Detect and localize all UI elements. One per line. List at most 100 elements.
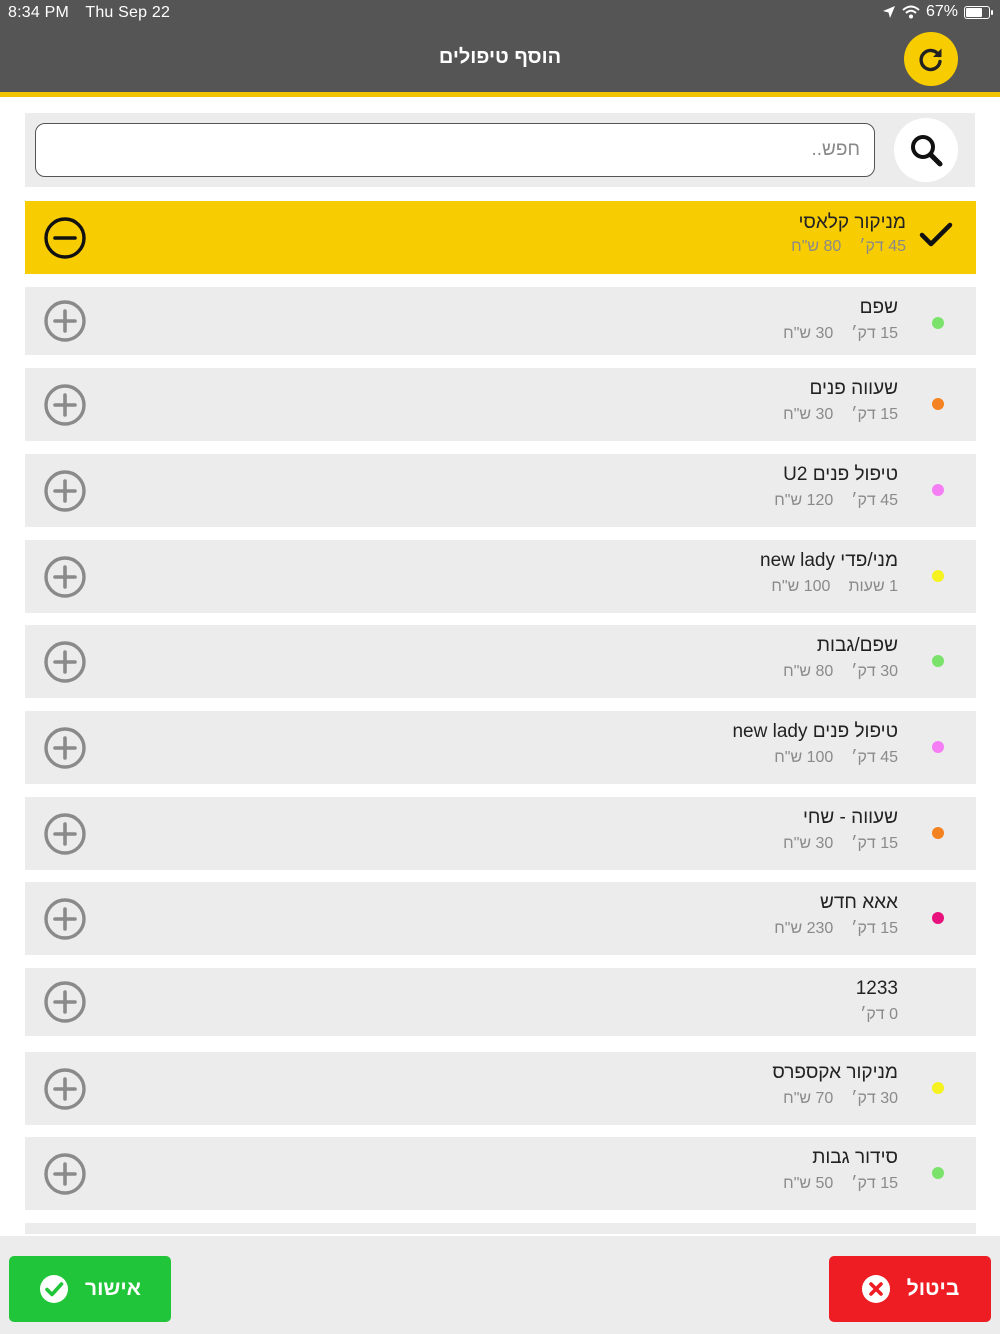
treatment-price: 30 ש"ח xyxy=(783,406,834,423)
refresh-button[interactable] xyxy=(904,32,958,86)
treatment-duration: 45 דק׳ xyxy=(859,238,906,255)
treatment-price: 70 ש"ח xyxy=(783,1090,834,1107)
color-dot xyxy=(932,317,944,329)
treatment-duration: 15 דק׳ xyxy=(851,920,898,937)
treatment-meta: 15 דק׳ 30 ש"ח xyxy=(783,835,898,853)
treatment-row[interactable]: שפם/גבות 30 דק׳ 80 ש"ח xyxy=(25,625,976,698)
treatment-duration: 15 דק׳ xyxy=(851,406,898,423)
treatment-row[interactable]: מני/פדי new lady 1 שעות 100 ש"ח xyxy=(25,540,976,613)
treatment-row[interactable]: טיפול פנים U2 45 דק׳ 120 ש"ח xyxy=(25,454,976,527)
add-circle-icon[interactable] xyxy=(43,383,87,427)
treatment-name: אאא חדש xyxy=(820,892,898,913)
treatment-duration: 15 דק׳ xyxy=(851,835,898,852)
color-dot xyxy=(932,655,944,667)
add-circle-icon[interactable] xyxy=(43,726,87,770)
treatment-row[interactable]: סידור גבות 15 דק׳ 50 ש"ח xyxy=(25,1137,976,1210)
add-circle-icon[interactable] xyxy=(43,980,87,1024)
add-circle-icon[interactable] xyxy=(43,469,87,513)
treatment-price: 30 ש"ח xyxy=(783,835,834,852)
add-circle-icon[interactable] xyxy=(43,897,87,941)
add-circle-icon[interactable] xyxy=(43,555,87,599)
treatment-name: מניקור אקספרס xyxy=(772,1062,898,1083)
search-icon xyxy=(911,135,943,167)
remove-circle-icon[interactable] xyxy=(43,216,87,260)
color-dot xyxy=(932,484,944,496)
treatment-name: שפם xyxy=(859,297,898,318)
treatment-name: 1233 xyxy=(855,978,898,999)
search-button[interactable] xyxy=(894,118,958,182)
treatment-name: סידור גבות xyxy=(812,1147,898,1168)
header-accent-line xyxy=(0,92,1000,97)
add-circle-icon[interactable] xyxy=(43,299,87,343)
color-dot xyxy=(932,741,944,753)
treatment-price: 50 ש"ח xyxy=(783,1175,834,1192)
treatment-price: 120 ש"ח xyxy=(774,492,834,509)
treatment-price: 100 ש"ח xyxy=(771,578,831,595)
treatment-meta: 15 דק׳ 30 ש"ח xyxy=(783,325,898,343)
treatment-meta: 45 דק׳ 120 ש"ח xyxy=(774,492,898,510)
treatment-row[interactable]: 1233 0 דק׳ xyxy=(25,968,976,1036)
checkmark-icon xyxy=(919,222,953,247)
status-bar-left: 8:34 PM Thu Sep 22 xyxy=(8,4,182,22)
treatment-row[interactable] xyxy=(25,1223,976,1234)
treatment-meta: 15 דק׳ 230 ש"ח xyxy=(774,920,898,938)
treatment-name: שפם/גבות xyxy=(816,635,898,656)
treatment-duration: 45 דק׳ xyxy=(851,749,898,766)
status-date: Thu Sep 22 xyxy=(85,4,171,21)
add-circle-icon[interactable] xyxy=(43,1152,87,1196)
treatment-row[interactable]: מניקור קלאסי 45 דק׳ 80 ש"ח xyxy=(25,201,976,274)
treatment-name: שעווה פנים xyxy=(809,378,898,399)
close-circle-icon xyxy=(861,1275,890,1303)
treatment-meta: 30 דק׳ 80 ש"ח xyxy=(783,663,898,681)
treatment-duration: 45 דק׳ xyxy=(851,492,898,509)
add-circle-icon[interactable] xyxy=(43,640,87,684)
confirm-label: אישור xyxy=(84,1277,141,1300)
treatment-meta: 45 דק׳ 80 ש"ח xyxy=(791,238,906,256)
color-dot xyxy=(932,570,944,582)
treatment-row[interactable]: שעווה - שחי 15 דק׳ 30 ש"ח xyxy=(25,797,976,870)
treatment-meta: 0 דק׳ xyxy=(842,1006,898,1024)
refresh-icon xyxy=(919,48,942,72)
add-circle-icon[interactable] xyxy=(43,812,87,856)
color-dot xyxy=(932,398,944,410)
treatment-row[interactable]: שעווה פנים 15 דק׳ 30 ש"ח xyxy=(25,368,976,441)
treatment-duration: 15 דק׳ xyxy=(851,1175,898,1192)
battery-icon xyxy=(964,5,993,19)
treatment-meta: 15 דק׳ 30 ש"ח xyxy=(783,406,898,424)
battery-percentage: 67% xyxy=(925,3,958,20)
status-bar-right: 67% xyxy=(882,3,993,21)
treatment-list[interactable]: מניקור קלאסי 45 דק׳80 ש"ח שפם 15 דק׳30 ש"ח ש… xyxy=(25,201,976,1234)
treatment-price: 80 ש"ח xyxy=(783,663,834,680)
treatment-duration: 30 דק׳ xyxy=(851,663,898,680)
treatment-meta: 30 דק׳ 70 ש"ח xyxy=(783,1090,898,1108)
confirm-button[interactable]: אישור xyxy=(9,1256,171,1322)
top-bar: 8:34 PM Thu Sep 22 67% הוסף טיפולים xyxy=(0,0,1000,92)
treatment-name: שעווה - שחי xyxy=(802,807,898,828)
treatment-row[interactable]: טיפול פנים new lady 45 דק׳ 100 ש"ח xyxy=(25,711,976,784)
treatment-price: 230 ש"ח xyxy=(774,920,834,937)
treatment-duration: 15 דק׳ xyxy=(851,325,898,342)
treatment-row[interactable]: שפם 15 דק׳ 30 ש"ח xyxy=(25,287,976,355)
status-time: 8:34 PM xyxy=(8,4,69,21)
treatment-duration: 30 דק׳ xyxy=(851,1090,898,1107)
search-input[interactable] xyxy=(35,123,875,177)
treatment-name: טיפול פנים U2 xyxy=(783,464,898,485)
cancel-button[interactable]: ביטול xyxy=(829,1256,991,1322)
wifi-icon xyxy=(902,5,920,19)
treatment-name: טיפול פנים new lady xyxy=(732,721,898,742)
color-dot xyxy=(932,912,944,924)
page-title: הוסף טיפולים xyxy=(438,46,562,68)
treatment-duration: 0 דק׳ xyxy=(860,1006,898,1023)
add-circle-icon[interactable] xyxy=(43,1067,87,1111)
bottom-bar: אישור ביטול xyxy=(0,1236,1000,1334)
treatment-price: 100 ש"ח xyxy=(774,749,834,766)
treatment-row[interactable]: אאא חדש 15 דק׳ 230 ש"ח xyxy=(25,882,976,955)
treatment-meta: 1 שעות 100 ש"ח xyxy=(771,578,898,596)
search-bar xyxy=(25,113,975,187)
color-dot xyxy=(932,1167,944,1179)
treatment-price: 30 ש"ח xyxy=(783,325,834,342)
treatment-duration: 1 שעות xyxy=(848,578,898,595)
treatment-row[interactable]: מניקור אקספרס 30 דק׳ 70 ש"ח xyxy=(25,1052,976,1125)
treatment-price: 80 ש"ח xyxy=(791,238,842,255)
treatment-meta: 15 דק׳ 50 ש"ח xyxy=(783,1175,898,1193)
